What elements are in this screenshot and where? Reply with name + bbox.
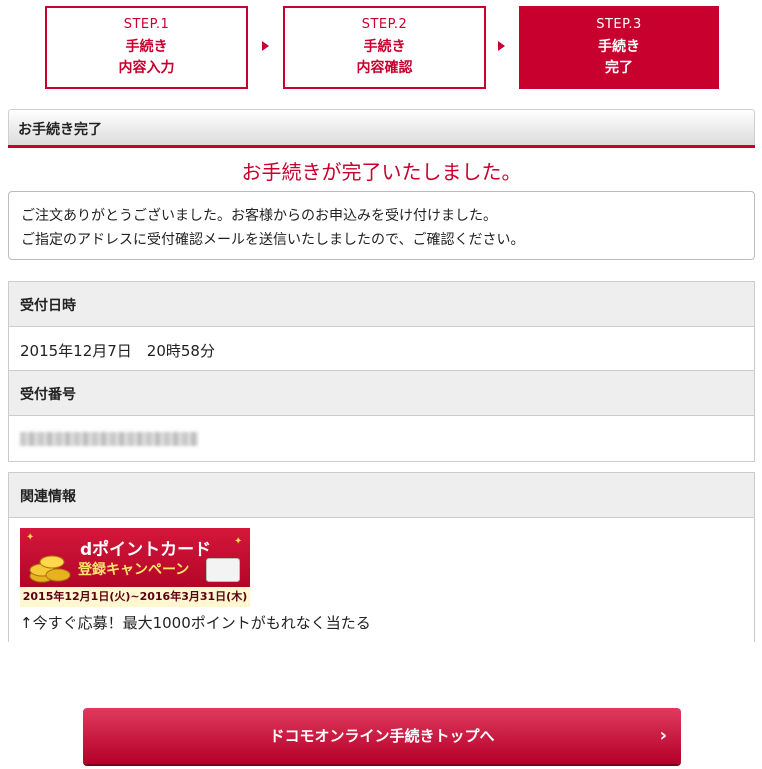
step-2-number: STEP.2 [361,17,408,32]
section-divider [8,145,755,148]
reception-date-value: 2015年12月7日 20時58分 [9,327,754,371]
point-card-icon [206,558,240,582]
sparkle-icon: ✦ [26,532,35,543]
campaign-caption: ↑今すぐ応募！最大1000ポイントがもれなく当たる [20,614,371,632]
sparkle-icon: ✦ [234,536,243,547]
chevron-right-icon: › [659,725,667,746]
thanks-line-1: ご注文ありがとうございました。お客様からのお申込みを受け付けました。 [21,208,497,224]
redacted-reception-number [20,432,198,446]
reception-info-table: 受付日時 2015年12月7日 20時58分 受付番号 [8,281,755,462]
step-3-number: STEP.3 [596,17,642,32]
related-info-body: ✦ ✦ dポイントカード 登録キャンペーン 2015年12月1日(火)~2016… [9,518,754,642]
step-arrow-icon [498,41,505,51]
step-2: STEP.2 手続き 内容確認 [283,6,486,89]
reception-number-label: 受付番号 [9,371,754,416]
coins-icon [29,555,71,583]
step-1-number: STEP.1 [123,17,170,32]
banner-title: dポイントカード [80,540,212,560]
thanks-message-box: ご注文ありがとうございました。お客様からのお申込みを受け付けました。 ご指定のア… [8,191,755,260]
section-title: お手続き完了 [18,122,102,138]
step-1-label: 手続き 内容入力 [118,39,175,76]
step-arrow-icon [262,41,269,51]
related-info-label: 関連情報 [9,473,754,518]
docomo-online-top-button[interactable]: ドコモオンライン手続きトップへ › [83,708,681,764]
thanks-line-2: ご指定のアドレスに受付確認メールを送信いたしましたので、ご確認ください。 [21,232,525,248]
step-3-current: STEP.3 手続き 完了 [519,6,719,89]
step-2-label: 手続き 内容確認 [356,39,413,76]
section-header: お手続き完了 [8,109,755,148]
reception-number-value [9,416,754,460]
dpoint-campaign-banner[interactable]: ✦ ✦ dポイントカード 登録キャンペーン 2015年12月1日(火)~2016… [20,528,250,607]
banner-subtitle: 登録キャンペーン [78,562,190,578]
reception-date-label: 受付日時 [9,282,754,327]
step-1: STEP.1 手続き 内容入力 [45,6,248,89]
banner-period: 2015年12月1日(火)~2016年3月31日(木) [20,587,250,607]
completion-message: お手続きが完了いたしました。 [241,160,522,184]
related-info-table: 関連情報 ✦ ✦ dポイントカード 登録キャンペーン 2015年12月1日(火)… [8,472,755,642]
cta-label: ドコモオンライン手続きトップへ [269,727,495,745]
step-3-label: 手続き 完了 [598,39,640,76]
